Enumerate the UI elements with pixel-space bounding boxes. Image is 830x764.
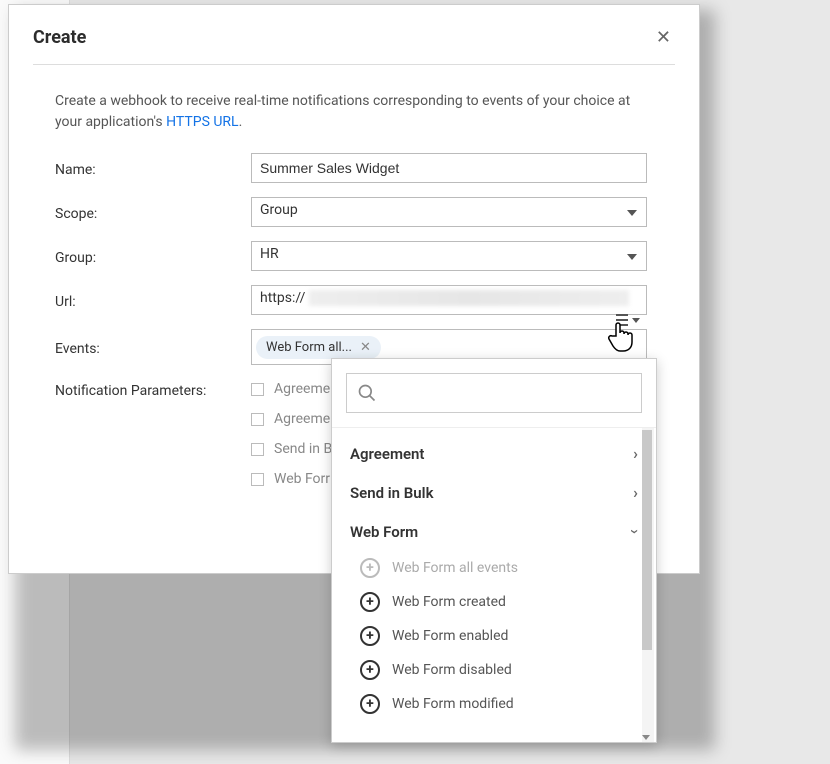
np-item[interactable]: Web Forr [251, 471, 332, 487]
group-select[interactable]: HR [251, 241, 647, 271]
dropdown-item-webform-enabled[interactable]: + Web Form enabled [332, 619, 656, 653]
np-item[interactable]: Agreeme [251, 411, 332, 427]
dropdown-search-row [332, 359, 656, 427]
dropdown-search-input[interactable] [346, 373, 642, 413]
add-icon: + [360, 626, 380, 646]
https-url-link[interactable]: HTTPS URL [166, 114, 238, 130]
scope-select[interactable]: Group [251, 197, 647, 227]
dropdown-item-webform-all[interactable]: + Web Form all events [332, 551, 656, 585]
dropdown-category-agreement[interactable]: Agreement › [332, 434, 656, 473]
events-dropdown-toggle[interactable] [616, 310, 646, 330]
checkbox-icon[interactable] [251, 443, 264, 456]
scope-label: Scope: [55, 202, 251, 222]
notification-parameters-list: Agreeme Agreeme Send in B Web Forr [251, 381, 332, 501]
row-scope: Scope: Group [55, 197, 675, 227]
notification-parameters-label: Notification Parameters: [55, 379, 251, 399]
checkbox-icon[interactable] [251, 383, 264, 396]
row-name: Name: [55, 153, 675, 183]
url-prefix: https:// [260, 290, 305, 306]
url-input[interactable]: https:// [251, 285, 647, 315]
chip-label: Web Form all... [266, 340, 352, 355]
chevron-right-icon: › [633, 444, 638, 463]
dropdown-item-label: Web Form disabled [392, 662, 512, 678]
name-label: Name: [55, 158, 251, 178]
np-item-label: Web Forr [274, 471, 330, 487]
list-icon [616, 314, 628, 326]
url-label: Url: [55, 290, 251, 310]
dropdown-body: Agreement › Send in Bulk › Web Form › + … [332, 427, 656, 742]
events-dropdown-panel: Agreement › Send in Bulk › Web Form › + … [331, 358, 657, 743]
dropdown-category-web-form[interactable]: Web Form › [332, 512, 656, 551]
name-input[interactable] [251, 153, 647, 183]
search-icon [357, 383, 377, 403]
category-label: Agreement [350, 445, 424, 463]
checkbox-icon[interactable] [251, 473, 264, 486]
modal-description: Create a webhook to receive real-time no… [55, 91, 635, 133]
row-url: Url: https:// [55, 285, 675, 315]
chip-remove-icon[interactable]: ✕ [360, 340, 371, 355]
chevron-down-icon [632, 318, 640, 323]
description-text: Create a webhook to receive real-time no… [55, 93, 630, 130]
dropdown-item-label: Web Form all events [392, 560, 518, 576]
scrollbar-thumb[interactable] [642, 430, 652, 650]
dropdown-item-webform-created[interactable]: + Web Form created [332, 585, 656, 619]
dropdown-category-send-in-bulk[interactable]: Send in Bulk › [332, 473, 656, 512]
row-group: Group: HR [55, 241, 675, 271]
description-text-end: . [239, 114, 243, 130]
add-icon: + [360, 660, 380, 680]
checkbox-icon[interactable] [251, 413, 264, 426]
modal-header: Create ✕ [33, 23, 675, 65]
dropdown-item-label: Web Form modified [392, 696, 514, 712]
category-label: Send in Bulk [350, 484, 434, 502]
scrollbar-track[interactable] [642, 428, 654, 742]
modal-title: Create [33, 27, 86, 48]
group-label: Group: [55, 246, 251, 266]
np-item-label: Send in B [274, 441, 332, 457]
scrollbar-down-icon[interactable] [642, 735, 650, 740]
category-label: Web Form [350, 523, 418, 541]
add-icon: + [360, 694, 380, 714]
dropdown-item-label: Web Form created [392, 594, 506, 610]
dropdown-item-webform-modified[interactable]: + Web Form modified [332, 687, 656, 721]
np-item[interactable]: Send in B [251, 441, 332, 457]
np-item[interactable]: Agreeme [251, 381, 332, 397]
event-chip-webform-all: Web Form all... ✕ [256, 336, 381, 359]
chevron-right-icon: › [633, 483, 638, 502]
np-item-label: Agreeme [274, 381, 330, 397]
events-label: Events: [55, 337, 251, 357]
dropdown-item-label: Web Form enabled [392, 628, 508, 644]
dropdown-item-webform-disabled[interactable]: + Web Form disabled [332, 653, 656, 687]
add-icon: + [360, 592, 380, 612]
np-item-label: Agreeme [274, 411, 330, 427]
add-icon: + [360, 558, 380, 578]
url-redacted [309, 290, 629, 306]
close-icon[interactable]: ✕ [652, 23, 675, 52]
